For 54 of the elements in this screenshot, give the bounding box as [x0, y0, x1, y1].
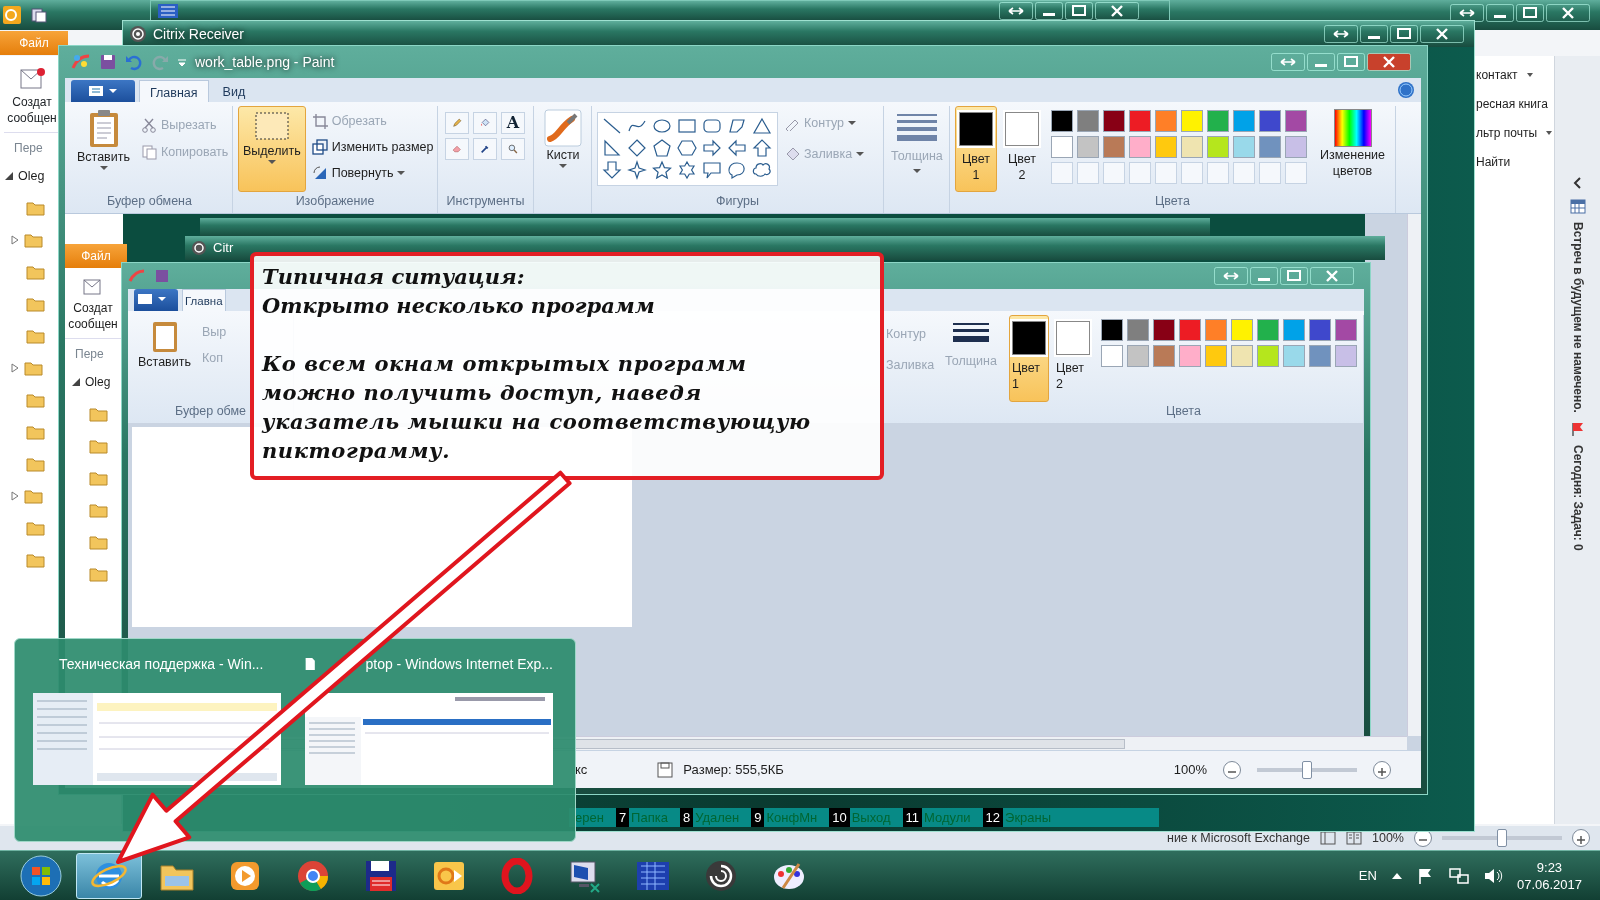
thumbnail-title[interactable]: ptop - Windows Internet Exp... [305, 653, 553, 675]
ribbon-command[interactable]: Повернуть [309, 161, 436, 185]
ribbon-command: Коп [201, 349, 224, 367]
edit-colors-button[interactable]: Изменение цветов [1315, 106, 1390, 193]
new-message-label: Создат сообщен [67, 300, 119, 332]
function-key-number: 7 [615, 807, 630, 827]
zoom-level-text: 100% [1173, 760, 1207, 779]
window-title: Citr [213, 239, 234, 258]
ribbon-command[interactable]: ресная книга [1476, 93, 1548, 115]
ribbon-command[interactable]: контакт [1476, 64, 1533, 86]
group-label: Цвета [1154, 193, 1191, 211]
function-key-number: 11 [902, 807, 923, 827]
callout-heading: Типичная ситуация: Открыто несколько программ [262, 263, 656, 320]
new-message-button[interactable]: Создат сообщен [4, 64, 60, 126]
color-slot: Цвет 2 [1053, 315, 1093, 403]
ribbon-command: Контур [885, 326, 928, 343]
brushes-button[interactable]: Кисти [539, 106, 587, 193]
zoom-level-text: 100% [1372, 829, 1404, 847]
ribbon-command[interactable]: Найти [1476, 151, 1511, 173]
file-size-text: Размер: 555,5КБ [683, 760, 784, 779]
line-width-label: Толщина [945, 353, 997, 369]
ribbon-command: Выр [201, 324, 228, 341]
window-title: work_table.png - Paint [195, 52, 335, 72]
window-title: Citrix Receiver [153, 24, 244, 44]
group-label: Изображение [294, 193, 376, 211]
function-key-number: 12 [982, 807, 1004, 827]
status-text: ние к Microsoft Exchange [1167, 829, 1310, 847]
color-slot: Цвет 1 [1009, 315, 1049, 403]
ribbon-tab[interactable]: Вид [212, 80, 256, 102]
ribbon-tab[interactable]: Главная [139, 80, 209, 102]
color-slot[interactable]: Цвет 2 [1001, 106, 1044, 193]
account-name: Oleg [85, 374, 111, 391]
group-label: Цвета [1165, 403, 1202, 421]
thumbnail-title[interactable]: Техническая поддержка - Win... [33, 653, 281, 675]
group-label: Буфер обме [173, 403, 248, 421]
ribbon-command[interactable]: Изменить размер [309, 135, 436, 159]
color-slot[interactable]: Цвет 1 [955, 106, 997, 193]
appointments-text: Встреч в будущем не намечено. [1569, 222, 1586, 413]
function-key-number: 9 [751, 807, 765, 827]
language-indicator[interactable]: EN [1358, 865, 1377, 886]
status-text: кс [575, 760, 588, 779]
group-label: Фигуры [714, 193, 761, 211]
clock[interactable]: 9:23 07.06.2017 [1516, 858, 1582, 893]
function-key-number: 10 [829, 807, 850, 827]
account-name[interactable]: Oleg [18, 166, 45, 186]
paste-label: Вставить [138, 354, 191, 370]
callout-text: Ко всем окнам открытых программ можно получить доступ, наведя указатель мышки на соответствующую пиктограмму. [262, 350, 812, 465]
group-label: Инструменты [445, 193, 526, 211]
ribbon-command: Заливка [885, 356, 936, 374]
text-tool-button[interactable]: A [501, 112, 525, 134]
group-label: Буфер обмена [106, 193, 193, 211]
function-key-number: 8 [679, 807, 694, 827]
select-button[interactable]: Выделить [238, 106, 306, 193]
tasks-text: Сегодня: Задач: 0 [1569, 444, 1586, 551]
